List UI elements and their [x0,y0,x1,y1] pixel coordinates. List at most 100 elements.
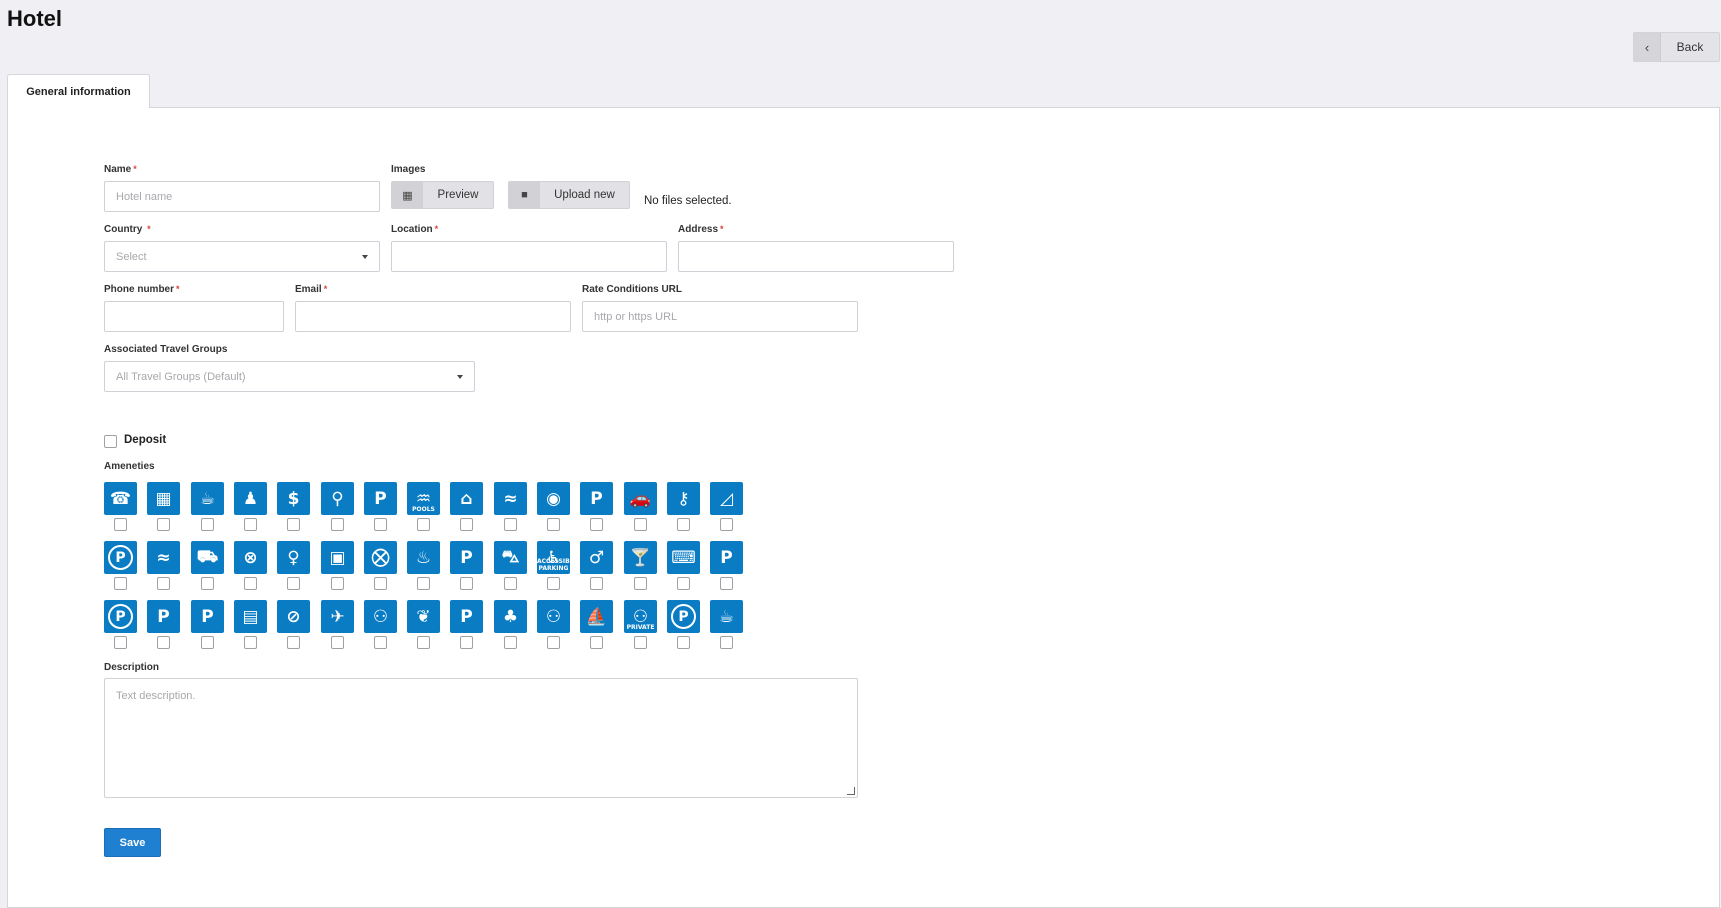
page-title: Hotel [7,6,62,31]
parking-outline-icon: P [667,600,700,633]
accessible-parking-icon: ♿ACCESSIBLE PARKING [537,541,570,574]
amenity-checkbox[interactable] [331,518,344,531]
pools-icon: ♒ POOLS [407,482,440,515]
meeting-room-icon: ♟ [234,482,267,515]
amenity-checkbox[interactable] [287,518,300,531]
private-restroom-icon: ⚇ PRIVATE [624,600,657,633]
rate-url-input[interactable]: http or https URL [582,301,858,332]
amenity-checkbox[interactable] [460,518,473,531]
description-textarea[interactable]: Text description. [104,678,858,798]
address-label: Address * [678,224,724,235]
amenity-checkbox[interactable] [331,636,344,649]
amenity-checkbox[interactable] [417,577,430,590]
swimming-pool-icon: ≈ [147,541,180,574]
location-label: Location * [391,224,439,235]
family-icon: ⚇ [364,600,397,633]
beach-icon: ◿ [710,482,743,515]
amenity-checkbox[interactable] [244,636,257,649]
valet-parking-icon: P [450,600,483,633]
amenity-checkbox[interactable] [504,636,517,649]
amenity-checkbox[interactable] [157,636,170,649]
tab-general-information[interactable]: General information [7,74,150,108]
amenity-checkbox[interactable] [417,518,430,531]
amenity-checkbox[interactable] [720,636,733,649]
amenity-checkbox[interactable] [460,636,473,649]
phone-label: Phone number * [104,284,180,295]
amenity-checkbox[interactable] [114,518,127,531]
amenity-checkbox[interactable] [547,577,560,590]
paid-parking-icon: P [364,482,397,515]
amenity-checkbox[interactable] [157,577,170,590]
location-input[interactable] [391,241,667,272]
amenity-checkbox[interactable] [590,577,603,590]
parking-sign-icon: P [580,482,613,515]
back-button-label: Back [1676,40,1704,54]
amenity-checkbox[interactable] [287,577,300,590]
amenity-checkbox[interactable] [677,577,690,590]
preview-button-label: Preview [437,189,479,201]
coffee-icon: ☕ [710,600,743,633]
couple-icon: ⚇ [537,600,570,633]
car-service-icon: ⛍ [494,541,527,574]
amenity-checkbox[interactable] [590,518,603,531]
amenity-checkbox[interactable] [720,518,733,531]
upload-new-button-label: Upload new [554,189,615,201]
caret-down-icon [457,375,463,379]
amenity-checkbox[interactable] [634,518,647,531]
amenity-checkbox[interactable] [374,518,387,531]
phone-input[interactable] [104,301,284,332]
preview-button[interactable]: ▦ Preview [391,181,494,209]
travel-groups-select[interactable]: All Travel Groups (Default) [104,361,475,392]
files-status: No files selected. [644,195,732,207]
delivery-truck-icon: ⛟ [191,541,224,574]
amenity-checkbox[interactable] [677,518,690,531]
resize-handle[interactable] [847,787,855,795]
amenity-checkbox[interactable] [287,636,300,649]
deposit-checkbox[interactable] [104,435,117,448]
amenity-checkbox[interactable] [374,577,387,590]
name-input[interactable]: Hotel name [104,181,380,212]
address-input[interactable] [678,241,954,272]
amenity-checkbox[interactable] [244,518,257,531]
shopping-icon: ⛒ [364,541,397,574]
rate-url-placeholder: http or https URL [594,310,678,323]
airport-shuttle-icon: ✈ [321,600,354,633]
amenity-checkbox[interactable] [331,577,344,590]
amenity-checkbox[interactable] [157,518,170,531]
amenity-checkbox[interactable] [374,636,387,649]
amenity-checkbox[interactable] [590,636,603,649]
amenity-checkbox[interactable] [720,577,733,590]
upload-new-button[interactable]: ■ Upload new [508,181,630,209]
amenity-checkbox[interactable] [201,636,214,649]
garage-icon: ⌂ [450,482,483,515]
amenity-checkbox[interactable] [201,577,214,590]
amenity-checkbox[interactable] [634,636,647,649]
amenity-checkbox[interactable] [244,577,257,590]
amenity-checkbox[interactable] [201,518,214,531]
save-button[interactable]: Save [104,828,161,857]
amenity-checkbox[interactable] [504,577,517,590]
amenity-checkbox[interactable] [547,636,560,649]
amenity-checkbox[interactable] [504,518,517,531]
chevron-left-icon: ‹ [1634,33,1661,61]
amenity-checkbox[interactable] [460,577,473,590]
back-button[interactable]: ‹ Back [1633,32,1720,62]
table-icon: ▦ [392,182,423,208]
room-service-icon: ☎ [104,482,137,515]
country-select[interactable]: Select [104,241,380,272]
amenity-checkbox[interactable] [677,636,690,649]
amenity-checkbox[interactable] [114,636,127,649]
caret-down-icon [362,255,368,259]
swimming-icon: ≈ [494,482,527,515]
amenity-checkbox[interactable] [114,577,127,590]
amenity-checkbox[interactable] [547,518,560,531]
parking-circle-alt-icon: P [104,600,137,633]
email-input[interactable] [295,301,571,332]
description-label: Description [104,662,160,673]
amenity-checkbox[interactable] [417,636,430,649]
car-key-icon: ⚷ [667,482,700,515]
amenity-checkbox[interactable] [634,577,647,590]
description-placeholder: Text description. [116,690,196,702]
email-label: Email * [295,284,328,295]
concierge-icon: ⚲ [321,482,354,515]
